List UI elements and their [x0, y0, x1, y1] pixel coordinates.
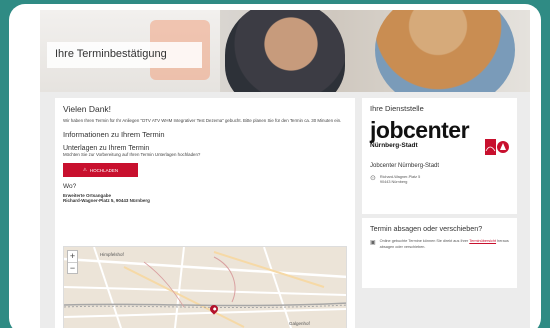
documents-title: Unterlagen zu Ihrem Termin	[63, 145, 150, 152]
map-label: Galgenhof	[289, 321, 310, 326]
map-label: Himpfelshof	[100, 252, 124, 257]
calendar-icon: ▣	[370, 240, 376, 246]
location-map[interactable]: + − Himpfelshof Galgenhof	[63, 246, 347, 328]
documents-text: Möchten Sie zur Vorbereitung auf Ihren T…	[63, 152, 201, 157]
map-streets	[64, 247, 346, 328]
upload-icon: ⚠	[82, 167, 87, 172]
zoom-out-button[interactable]: −	[68, 262, 77, 273]
cancel-info: ▣ Online gebuchte Termine können Sie dir…	[370, 239, 509, 250]
cancel-heading: Termin absagen oder verschieben?	[370, 224, 483, 233]
device-frame: Ihre Terminbestätigung Vielen Dank! Wir …	[9, 4, 541, 328]
hero-photo-person	[225, 10, 345, 92]
confirmation-card: Vielen Dank! Wir haben Ihren Termin für …	[55, 98, 355, 328]
hero-photo-person	[375, 10, 515, 92]
office-name: Jobcenter Nürnberg-Stadt	[370, 163, 440, 169]
cancel-card: Termin absagen oder verschieben? ▣ Onlin…	[362, 218, 517, 288]
intro-text: Wir haben Ihren Termin für Ihr Anliegen …	[63, 118, 342, 123]
page-screen: Ihre Terminbestätigung Vielen Dank! Wir …	[40, 10, 530, 328]
hero-banner: Ihre Terminbestätigung	[40, 10, 530, 92]
jobcenter-logo: jobcenter Nürnberg-Stadt	[370, 119, 509, 155]
where-title: Wo?	[63, 183, 77, 190]
upload-button[interactable]: ⚠ HOCHLADEN	[63, 163, 138, 177]
upload-label: HOCHLADEN	[89, 167, 119, 173]
office-address: ⊙ Richard-Wagner-Platz 5 90443 Nürnberg	[370, 175, 509, 185]
office-heading: Ihre Dienststelle	[370, 104, 424, 113]
location-pin-icon: ⊙	[370, 175, 376, 182]
section-title: Informationen zu Ihrem Termin	[63, 130, 165, 139]
appointment-overview-link[interactable]: Terminübersicht	[469, 239, 496, 243]
cancel-text: Online gebuchte Termine können Sie direk…	[379, 239, 509, 249]
thanks-heading: Vielen Dank!	[63, 104, 112, 114]
map-zoom-controls: + −	[67, 250, 78, 274]
office-city: 90443 Nürnberg	[379, 180, 408, 184]
page-title: Ihre Terminbestätigung	[47, 42, 202, 68]
zoom-in-button[interactable]: +	[68, 251, 77, 262]
office-card: Ihre Dienststelle jobcenter Nürnberg-Sta…	[362, 98, 517, 214]
address-street: Richard-Wagner-Platz 5, 90443 Nürnberg	[63, 198, 150, 203]
agency-badge-icon	[485, 139, 509, 155]
logo-wordmark: jobcenter	[370, 117, 470, 143]
